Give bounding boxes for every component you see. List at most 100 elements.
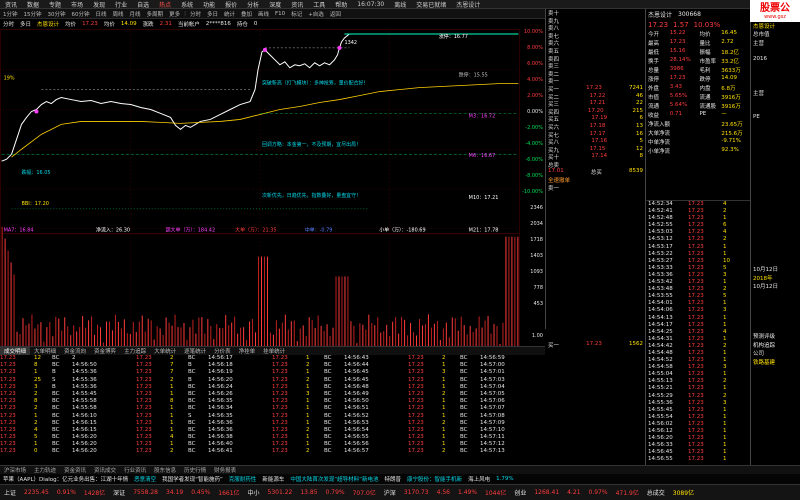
- tab-0[interactable]: 成交明细: [0, 347, 31, 355]
- ticker-item[interactable]: 苹果（AAPL）Dialog：亿元业务出售：江湖十年情: [0, 475, 131, 483]
- toolbar-item[interactable]: F10: [272, 11, 288, 17]
- toolbar-item[interactable]: 日线: [93, 10, 110, 18]
- bottom-tab[interactable]: 股东信息: [150, 466, 180, 474]
- toolbar-item[interactable]: +自选: [305, 10, 327, 18]
- trade-cell: 1: [306, 419, 310, 426]
- tick-cell: 14:54:13: [648, 314, 673, 321]
- trade-cell: 17.23: [408, 448, 424, 455]
- tab-6[interactable]: 逐笔统计: [180, 347, 210, 355]
- menu-item[interactable]: 工具: [308, 0, 330, 9]
- toolbar-item[interactable]: 更多: [166, 10, 183, 18]
- menu-item[interactable]: 发现: [88, 0, 110, 9]
- ticker-item[interactable]: 恶意清空: [131, 475, 159, 483]
- toolbar-item[interactable]: 1分钟: [0, 10, 21, 18]
- tab-2[interactable]: 资金流向: [60, 347, 90, 355]
- menu-item[interactable]: 帮助: [330, 0, 352, 9]
- cancel-all-button[interactable]: 全速撤单: [548, 176, 570, 184]
- tab-5[interactable]: 大单统计: [150, 347, 180, 355]
- menu-link[interactable]: 交易已就绪: [411, 0, 451, 9]
- tab-9[interactable]: 挂单统计: [259, 347, 289, 355]
- ticker-item[interactable]: 康宁股份：智能手机新: [404, 475, 465, 483]
- menu-item[interactable]: 专题: [44, 0, 66, 9]
- trade-cell: B: [52, 383, 56, 390]
- tab-1[interactable]: 大单明细: [30, 347, 60, 355]
- toolbar-item[interactable]: 返回: [327, 10, 344, 18]
- bottom-tab[interactable]: 历史行情: [180, 466, 210, 474]
- bottom-tabs: 沪深市场 主力轨迹 资金资讯 资讯成交 行业资讯 股东信息 历史行情 财务报表: [0, 465, 800, 474]
- menu-item[interactable]: 深度: [264, 0, 286, 9]
- buy-one-price: 17.23: [586, 341, 602, 348]
- tick-row: 14:53:42 17.23 1: [646, 279, 750, 286]
- toolbar-item[interactable]: 15分钟: [21, 10, 45, 18]
- trade-cell: S: [188, 412, 192, 419]
- toolbar-item[interactable]: 统计: [221, 10, 238, 18]
- bottom-tab[interactable]: 财务报表: [210, 466, 240, 474]
- ticker-item[interactable]: 新能源车: [259, 475, 287, 483]
- quote-cell: 流通: [648, 104, 660, 110]
- volume-bar: [380, 332, 382, 346]
- menu-link[interactable]: 杰恩设计: [451, 0, 485, 9]
- toolbar-item[interactable]: 标记: [288, 10, 305, 18]
- ticker-item[interactable]: 海上风电: [465, 475, 493, 483]
- toolbar-item[interactable]: 30分钟: [45, 10, 69, 18]
- tick-cell: 14:54:01: [648, 300, 673, 307]
- info-row: [751, 139, 800, 147]
- menu-item[interactable]: 系统: [176, 0, 198, 9]
- ticker-item[interactable]: 1.79%: [493, 476, 516, 482]
- ticker-item[interactable]: 中国大陆首次发现“超导材料”新电池: [287, 475, 381, 483]
- tick-cell: 1: [723, 406, 727, 413]
- chart-multi-label[interactable]: 多日: [17, 20, 34, 28]
- trade-cell: 1: [442, 362, 446, 369]
- menu-item[interactable]: 数据: [22, 0, 44, 9]
- toolbar-item[interactable]: 多周期: [144, 10, 167, 18]
- bottom-tab[interactable]: 行业资讯: [120, 466, 150, 474]
- toolbar-item[interactable]: 60分钟: [69, 10, 93, 18]
- tab-8[interactable]: 净挂单: [235, 347, 260, 355]
- trade-cell: B: [188, 376, 192, 383]
- quote-row: 总量 3986 毛利 3633万: [646, 66, 750, 75]
- tab-4[interactable]: 主力追踪: [120, 347, 150, 355]
- menu-item[interactable]: 市场: [66, 0, 88, 9]
- bottom-tab[interactable]: 主力轨迹: [30, 466, 60, 474]
- tick-cell: 14:54:48: [648, 349, 673, 356]
- trade-row: 17.23 1 BC 14:57:10: [408, 427, 544, 434]
- toolbar-item[interactable]: 多日: [204, 10, 221, 18]
- volume-bar: [410, 322, 412, 346]
- bid-price: 17.23: [586, 84, 602, 91]
- menu-item[interactable]: 功能: [198, 0, 220, 9]
- trade-cell: 17.23: [272, 390, 288, 397]
- menu-item[interactable]: 热点: [154, 0, 176, 9]
- intraday-chart[interactable]: 1342 涨停：16.77 突破新高（打飞模块）：多神抢筹，量价配合好！ M3：…: [0, 29, 520, 347]
- volume-bar: [4, 238, 6, 346]
- ticker-item[interactable]: 特朗普: [382, 475, 405, 483]
- bottom-tab[interactable]: 沪深市场: [0, 466, 30, 474]
- ticker-item[interactable]: 克服耐药性: [226, 475, 260, 483]
- menu-item[interactable]: 资讯: [0, 0, 22, 9]
- bottom-tab[interactable]: 资金资讯: [60, 466, 90, 474]
- trade-row: 17.23 1 BC 14:56:50: [272, 398, 408, 405]
- toolbar-item[interactable]: 分时: [187, 10, 204, 18]
- ask-row: 卖九: [546, 17, 645, 25]
- axis-tick-label: -2.00%: [525, 125, 543, 131]
- price-value: 17.23: [82, 21, 98, 27]
- tab-7[interactable]: 分价表: [210, 347, 235, 355]
- toolbar-item[interactable]: 周线: [110, 10, 127, 18]
- ticker-item[interactable]: 我国学者发现“智能施药”: [159, 475, 226, 483]
- trade-cell: 17.23: [408, 412, 424, 419]
- chart-mode-label[interactable]: 分时: [0, 20, 17, 28]
- volume-bar: [353, 325, 355, 346]
- quote-cell: [700, 147, 722, 156]
- trade-cell: 17.23: [0, 369, 16, 376]
- menu-item[interactable]: 资讯: [286, 0, 308, 9]
- menu-item[interactable]: 行业: [110, 0, 132, 9]
- tick-cell: 2: [723, 378, 727, 385]
- trade-cell: 14:57:05: [480, 390, 505, 397]
- menu-item[interactable]: 报价: [220, 0, 242, 9]
- toolbar-item[interactable]: 月线: [127, 10, 144, 18]
- toolbar-item[interactable]: 叠加: [238, 10, 255, 18]
- menu-item[interactable]: 分析: [242, 0, 264, 9]
- bottom-tab[interactable]: 资讯成交: [90, 466, 120, 474]
- tab-3[interactable]: 资金博弈: [90, 347, 120, 355]
- menu-item[interactable]: 自选: [132, 0, 154, 9]
- toolbar-item[interactable]: 画线: [255, 10, 272, 18]
